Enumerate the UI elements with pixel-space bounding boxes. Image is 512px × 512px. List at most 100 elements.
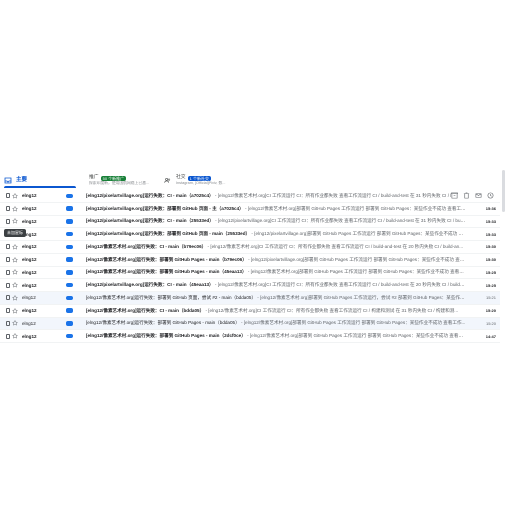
select-checkbox[interactable] <box>6 206 10 212</box>
email-time: 15:33 <box>485 218 496 224</box>
delete-icon[interactable] <box>463 192 470 199</box>
archive-icon[interactable] <box>451 192 458 199</box>
email-time: 15:25 <box>485 269 496 275</box>
star-icon[interactable] <box>12 269 18 276</box>
email-sender: elng12 <box>22 231 37 237</box>
star-icon[interactable] <box>12 307 18 314</box>
select-checkbox[interactable] <box>6 269 10 275</box>
email-content: [elng12/pixelartvillage.org]运行失败：CI - ma… <box>86 218 466 224</box>
email-row[interactable]: elng12 [elng12/像素艺术村.org]运行失败：部署到 GitHub … <box>0 292 500 305</box>
email-snippet: - [elng12/像素艺术村.org]CI 工作流运行 CI：所有作业都失败 … <box>213 192 466 198</box>
tab-promotions[interactable]: 推广 50 个新推广 探索印度新，使用国航网络上已激... <box>80 170 160 188</box>
email-content: [elng12/像素艺术村.org]运行失败：部署到 GitHub 页面，尝试 … <box>86 295 466 301</box>
snooze-icon[interactable] <box>487 192 494 199</box>
email-snippet: - [elng12/像素艺术村.org]CI 工作流运行 CI：所有作业都失败 … <box>206 243 464 249</box>
scrollbar[interactable] <box>502 170 505 212</box>
email-row[interactable]: elng12 [elng12/像素艺术村.org]运行失败：部署到 GitHub … <box>0 267 500 280</box>
email-subject: [elng12/像素艺术村.org]运行失败：部署到 GitHub 页面，尝试 … <box>86 294 257 300</box>
email-snippet: - [elng12/像素艺术村.org]CI 工作流运行 CI：所有作业都失败 … <box>213 282 466 288</box>
select-checkbox[interactable] <box>6 257 10 263</box>
select-checkbox[interactable] <box>6 308 10 314</box>
star-icon[interactable] <box>12 192 18 199</box>
select-checkbox[interactable] <box>6 244 10 250</box>
select-checkbox[interactable] <box>6 320 10 326</box>
star-icon[interactable] <box>12 243 18 250</box>
email-content: [elng12/pixelartvillage.org]运行失败：CI - ma… <box>86 282 466 288</box>
star-icon[interactable] <box>12 320 18 327</box>
email-row[interactable]: elng12 [elng12/pixelartvillage.org]运行失败：C… <box>0 279 500 292</box>
select-checkbox[interactable] <box>6 282 10 288</box>
star-icon[interactable] <box>12 256 18 263</box>
email-subject: [elng12/像素艺术村.org]运行失败：部署到 GitHub Pages … <box>86 320 240 326</box>
email-time: 15:36 <box>485 206 496 212</box>
tab-primary-label: 主要 <box>16 177 28 183</box>
select-checkbox[interactable] <box>6 193 10 199</box>
email-content: [elng12/像素艺术村.org]运行失败：部署到 GitHub Pages … <box>86 333 466 339</box>
email-sender: elng12 <box>22 282 37 288</box>
email-row[interactable]: elng12 [elng12/pixelartvillage.org]运行失败：C… <box>0 216 500 229</box>
email-row[interactable]: elng12 [elng12/pixelartvillage.org]运行失败：部… <box>0 228 500 241</box>
select-checkbox[interactable] <box>6 218 10 224</box>
label-chip <box>66 308 73 313</box>
mark-read-icon[interactable] <box>475 192 482 199</box>
select-checkbox[interactable] <box>6 333 10 339</box>
email-content: [elng12/pixelartvillage.org]运行失败：部署到 Git… <box>86 206 466 212</box>
email-time: 15:30 <box>485 257 496 263</box>
email-time: 15:30 <box>485 244 496 250</box>
email-subject: [elng12/pixelartvillage.org]运行失败：CI - ma… <box>86 192 214 198</box>
label-chip <box>66 244 73 250</box>
email-row[interactable]: elng12 [elng12/像素艺术村.org]运行失败：CI - main（b… <box>0 241 500 254</box>
star-icon[interactable] <box>12 294 18 301</box>
email-list: elng12 [elng12/pixelartvillage.org]运行失败：C… <box>0 190 500 343</box>
email-subject: [elng12/像素艺术村.org]运行失败：部署到 GitHub Pages … <box>86 256 247 262</box>
email-sender: elng12 <box>22 257 37 263</box>
star-icon[interactable] <box>12 218 18 225</box>
email-snippet: - [elng12/pixelartvillage.org]部署到 GitHub… <box>246 256 466 262</box>
email-content: [elng12/像素艺术村.org]运行失败：部署到 GitHub Pages … <box>86 320 466 326</box>
inbox-icon <box>4 177 12 184</box>
email-time: 15:20 <box>485 308 496 314</box>
email-snippet: - [elng12/像素艺术村.org]部署到 GitHub Pages 工作流… <box>256 294 466 300</box>
label-chip <box>66 219 73 224</box>
email-row[interactable]: elng12 [elng12/像素艺术村.org]运行失败：部署到 GitHub … <box>0 330 500 343</box>
tab-primary[interactable]: 主要 <box>0 170 80 188</box>
email-sender: elng12 <box>22 333 37 339</box>
promotions-badge: 50 个新推广 <box>100 175 127 181</box>
tab-social[interactable]: 社交 1 个新社交 Instagram, [Official]Pixiv, 数.… <box>160 170 260 188</box>
select-checkbox[interactable] <box>6 295 10 301</box>
email-sender: elng12 <box>22 320 36 326</box>
email-subject: [elng12/像素艺术村.org]运行失败：部署到 GitHub Pages … <box>86 269 247 275</box>
email-subject: [elng12/像素艺术村.org]运行失败：CI - main（bdda05） <box>86 307 205 313</box>
tooltip: 未加星标 <box>4 229 26 237</box>
email-sender: elng12 <box>22 269 37 275</box>
email-snippet: - [elng12/像素艺术村.org]部署到 GitHub Pages 工作流… <box>243 205 466 211</box>
social-preview: Instagram, [Official]Pixiv, 数... <box>176 181 226 185</box>
email-time: 15:33 <box>485 231 496 237</box>
email-row[interactable]: elng12 [elng12/像素艺术村.org]运行失败：CI - main（b… <box>0 305 500 318</box>
email-row[interactable]: elng12 [elng12/像素艺术村.org]运行失败：部署到 GitHub … <box>0 254 500 267</box>
email-subject: [elng12/pixelartvillage.org]运行失败：CI - ma… <box>86 218 214 224</box>
email-subject: [elng12/pixelartvillage.org]运行失败：部署到 Git… <box>86 231 251 237</box>
email-time: 15:25 <box>485 282 496 288</box>
email-row[interactable]: elng12 [elng12/pixelartvillage.org]运行失败：部… <box>0 203 500 216</box>
email-sender: elng12 <box>22 206 37 212</box>
email-content: [elng12/pixelartvillage.org]运行失败：部署到 Git… <box>86 231 466 237</box>
social-badge: 1 个新社交 <box>187 175 211 181</box>
email-subject: [elng12/pixelartvillage.org]运行失败：CI - ma… <box>86 282 214 288</box>
email-row[interactable]: elng12 [elng12/pixelartvillage.org]运行失败：C… <box>0 190 500 203</box>
email-snippet: - [elng12/pixelartvillage.org]CI 工作流运行 C… <box>213 218 466 224</box>
label-chip <box>66 257 73 262</box>
email-snippet: - [elng12/pixelartvillage.org]部署到 GitHub… <box>250 231 466 237</box>
email-subject: [elng12/像素艺术村.org]运行失败：CI - main（b79ec06… <box>86 243 207 249</box>
email-time: 15:21 <box>485 295 496 301</box>
email-snippet: - [elng12/像素艺术村.org]部署到 GitHub Pages 工作流… <box>246 269 466 275</box>
label-chip <box>66 295 73 301</box>
email-time: 14:47 <box>485 333 496 339</box>
label-chip <box>66 206 73 211</box>
star-icon[interactable] <box>12 333 18 339</box>
email-snippet: - [elng12/像素艺术村.org]CI 工作流运行 CI：所有作业都失败 … <box>204 307 459 313</box>
email-row[interactable]: elng12 [elng12/像素艺术村.org]运行失败：部署到 GitHub … <box>0 317 500 331</box>
email-snippet: - [elng12/像素艺术村.org]部署到 GitHub Pages 工作流… <box>245 333 466 339</box>
star-icon[interactable] <box>12 205 18 212</box>
star-icon[interactable] <box>12 282 18 288</box>
